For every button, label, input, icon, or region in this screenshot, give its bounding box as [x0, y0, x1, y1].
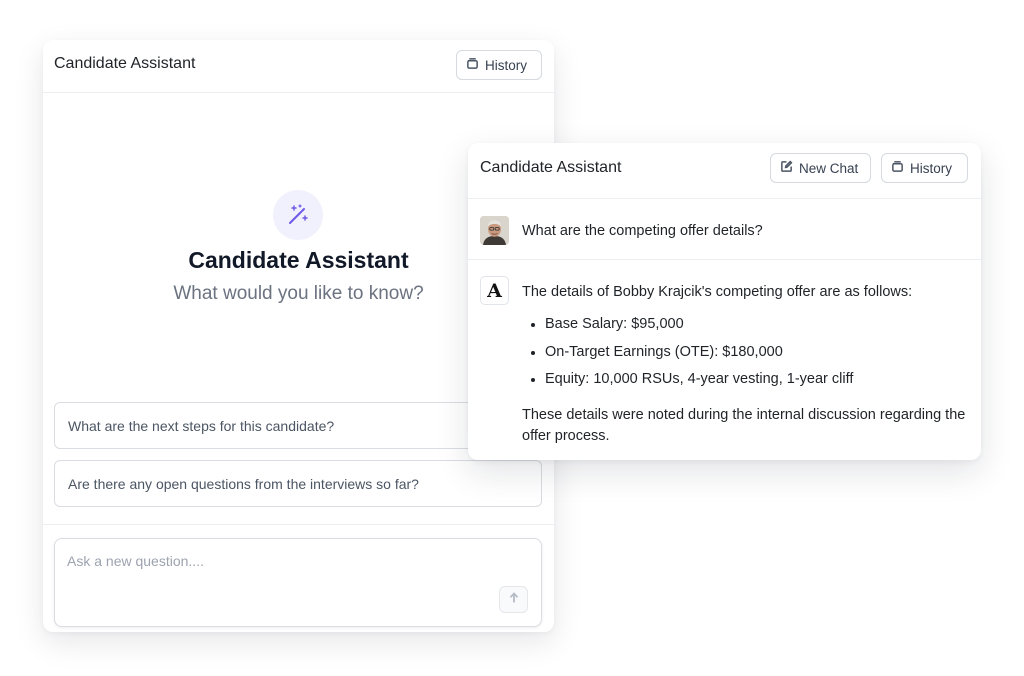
assistant-message: A The details of Bobby Krajcik's competi…: [468, 260, 981, 460]
send-button[interactable]: [499, 586, 528, 613]
new-chat-button[interactable]: New Chat: [770, 153, 871, 183]
user-message-text: What are the competing offer details?: [522, 223, 763, 239]
user-message: What are the competing offer details?: [468, 199, 981, 260]
panel-header: Candidate Assistant History: [43, 40, 554, 93]
arrow-up-icon: [508, 591, 520, 609]
list-item: On-Target Earnings (OTE): $180,000: [522, 344, 853, 372]
user-avatar: [480, 216, 509, 245]
list-item: Equity: 10,000 RSUs, 4-year vesting, 1-y…: [522, 371, 853, 399]
divider: [43, 524, 554, 525]
assistant-message-outro: These details were noted during the inte…: [522, 407, 966, 444]
question-input[interactable]: [67, 553, 487, 569]
new-chat-button-label: New Chat: [799, 160, 859, 176]
panel-title: Candidate Assistant: [54, 55, 196, 72]
edit-icon: [780, 160, 793, 176]
history-button[interactable]: History: [456, 50, 542, 80]
panel-title: Candidate Assistant: [480, 159, 622, 176]
assistant-logo: A: [480, 276, 509, 305]
history-icon: [891, 160, 904, 176]
assistant-panel-conversation: Candidate Assistant New Chat History Wha…: [468, 143, 981, 460]
history-button[interactable]: History: [881, 153, 968, 183]
history-button-label: History: [485, 57, 528, 73]
assistant-message-intro: The details of Bobby Krajcik's competing…: [522, 284, 913, 300]
magic-wand-icon: [273, 190, 323, 240]
question-composer: [54, 538, 542, 627]
suggested-question[interactable]: Are there any open questions from the in…: [54, 460, 542, 507]
history-icon: [466, 57, 479, 73]
list-item: Base Salary: $95,000: [522, 316, 853, 344]
history-button-label: History: [910, 160, 953, 176]
offer-details-list: Base Salary: $95,000 On-Target Earnings …: [522, 316, 853, 399]
panel-header: Candidate Assistant New Chat History: [468, 143, 981, 199]
